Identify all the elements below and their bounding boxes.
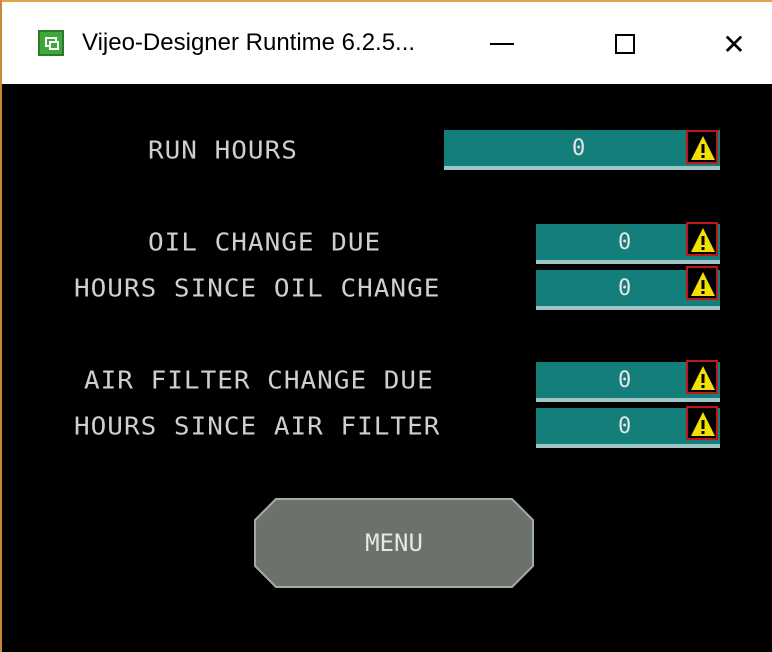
title-bar[interactable]: Vijeo-Designer Runtime 6.2.5... ✕ xyxy=(2,0,772,84)
run-hours-field[interactable]: 0 xyxy=(444,130,720,170)
hours-since-oil-change-label: HOURS SINCE OIL CHANGE xyxy=(74,274,441,304)
close-button[interactable]: ✕ xyxy=(704,16,764,72)
oil-change-due-label: OIL CHANGE DUE xyxy=(148,228,382,258)
run-hours-warning-icon xyxy=(686,130,718,164)
air-filter-change-due-warning-icon xyxy=(686,360,718,394)
hmi-screen: RUN HOURS 0 OIL CHANGE DUE 0 HOURS SINCE… xyxy=(2,84,772,652)
menu-button[interactable]: MENU xyxy=(254,498,534,588)
maximize-button[interactable] xyxy=(595,16,655,72)
close-icon: ✕ xyxy=(722,27,746,61)
air-filter-change-due-value: 0 xyxy=(618,368,632,393)
hours-since-oil-change-warning-icon xyxy=(686,266,718,300)
window-title: Vijeo-Designer Runtime 6.2.5... xyxy=(82,29,416,56)
hours-since-air-filter-label: HOURS SINCE AIR FILTER xyxy=(74,412,441,442)
hours-since-air-filter-warning-icon xyxy=(686,406,718,440)
app-icon xyxy=(38,30,64,56)
maximize-icon xyxy=(615,34,635,54)
oil-change-due-value: 0 xyxy=(618,230,632,255)
oil-change-due-warning-icon xyxy=(686,222,718,256)
minimize-button[interactable] xyxy=(472,16,532,72)
hours-since-oil-change-value: 0 xyxy=(618,276,632,301)
run-hours-value: 0 xyxy=(572,136,586,161)
minimize-icon xyxy=(490,43,514,45)
menu-button-label: MENU xyxy=(365,529,423,557)
run-hours-label: RUN HOURS xyxy=(148,136,298,166)
air-filter-change-due-label: AIR FILTER CHANGE DUE xyxy=(84,366,434,396)
hours-since-air-filter-value: 0 xyxy=(618,414,632,439)
runtime-window: Vijeo-Designer Runtime 6.2.5... ✕ RUN HO… xyxy=(0,0,772,652)
